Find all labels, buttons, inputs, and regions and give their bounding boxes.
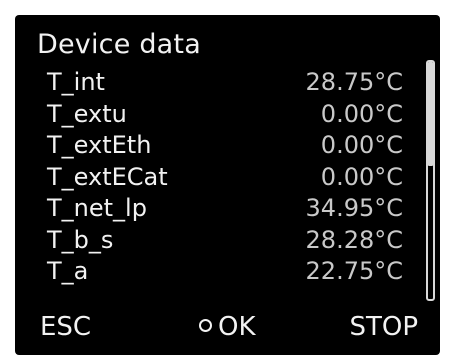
row-value: 28.75°C xyxy=(305,68,403,96)
row-label: T_int xyxy=(47,68,105,96)
row-value: 28.28°C xyxy=(305,225,403,254)
row-value: 0.00°C xyxy=(320,162,403,191)
data-row-t-b-s[interactable]: T_b_s 28.28°C xyxy=(15,225,440,257)
ok-label: OK xyxy=(218,312,256,342)
row-value: 0.00°C xyxy=(320,131,403,159)
data-row-t-int[interactable]: T_int 28.75°C xyxy=(15,67,440,99)
data-row-t-extecat[interactable]: T_extECat 0.00°C xyxy=(15,162,440,194)
circle-icon xyxy=(199,319,212,332)
esc-softkey[interactable]: ESC xyxy=(40,307,91,347)
row-value: 22.75°C xyxy=(305,257,403,285)
device-data-list: T_int 28.75°C T_extu 0.00°C T_extEth 0.0… xyxy=(15,67,440,288)
row-value: 34.95°C xyxy=(305,194,403,222)
row-value: 0.00°C xyxy=(320,99,403,128)
data-row-t-a[interactable]: T_a 22.75°C xyxy=(15,256,440,288)
ok-softkey[interactable]: OK xyxy=(199,307,256,347)
row-label: T_extEth xyxy=(47,131,152,159)
row-label: T_a xyxy=(47,257,89,285)
data-row-t-exteth[interactable]: T_extEth 0.00°C xyxy=(15,130,440,162)
row-label: T_extu xyxy=(47,99,127,128)
row-label: T_extECat xyxy=(47,162,168,191)
scrollbar[interactable] xyxy=(426,60,435,301)
row-label: T_net_lp xyxy=(47,194,147,222)
data-row-t-extu[interactable]: T_extu 0.00°C xyxy=(15,99,440,131)
stop-softkey[interactable]: STOP xyxy=(349,307,418,347)
data-row-t-net-lp[interactable]: T_net_lp 34.95°C xyxy=(15,193,440,225)
screen-title: Device data xyxy=(37,29,201,60)
scrollbar-thumb[interactable] xyxy=(428,62,433,166)
row-label: T_b_s xyxy=(47,225,114,254)
device-display: Device data T_int 28.75°C T_extu 0.00°C … xyxy=(15,15,440,355)
softkey-bar: ESC OK STOP xyxy=(15,307,440,347)
